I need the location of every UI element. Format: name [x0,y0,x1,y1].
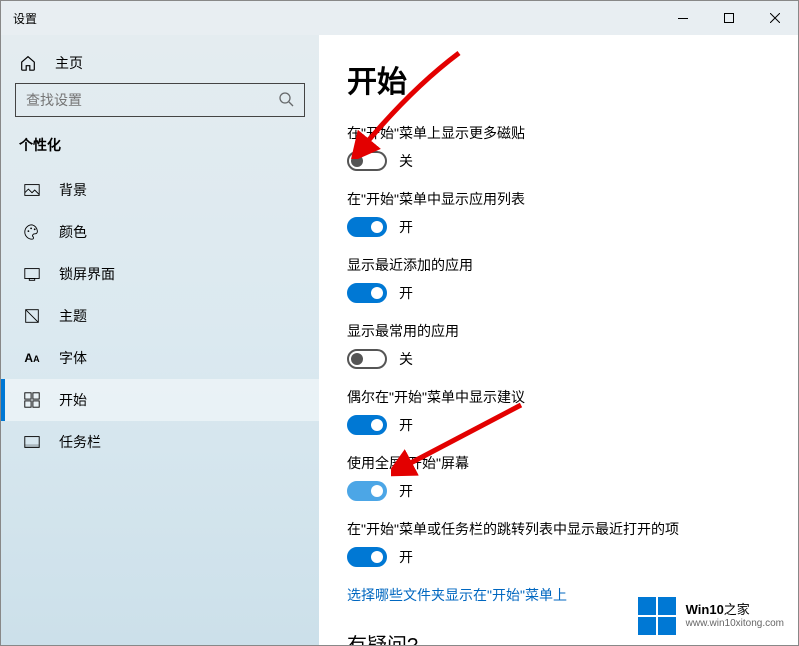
sidebar-item-label: 锁屏界面 [59,264,115,284]
toggle-state: 关 [399,151,413,171]
sidebar-item-fonts[interactable]: AA 字体 [1,337,319,379]
toggle-app-list[interactable] [347,217,387,237]
main-panel: 开始 在"开始"菜单上显示更多磁贴 关 在"开始"菜单中显示应用列表 开 显示最… [319,35,798,645]
window-title: 设置 [13,10,37,27]
setting-fullscreen-start: 使用全屏"开始"屏幕 开 [347,453,770,501]
toggle-recently-added[interactable] [347,283,387,303]
toggle-suggestions[interactable] [347,415,387,435]
toggle-more-tiles[interactable] [347,151,387,171]
setting-label: 显示最常用的应用 [347,321,770,341]
sidebar-item-label: 主题 [59,306,87,326]
home-icon [19,54,37,72]
search-input[interactable] [26,92,278,108]
start-icon [23,391,41,409]
toggle-state: 关 [399,349,413,369]
setting-label: 在"开始"菜单或任务栏的跳转列表中显示最近打开的项 [347,519,770,539]
palette-icon [23,223,41,241]
setting-jumplist: 在"开始"菜单或任务栏的跳转列表中显示最近打开的项 开 [347,519,770,567]
maximize-button[interactable] [706,2,752,34]
toggle-jumplist[interactable] [347,547,387,567]
setting-suggestions: 偶尔在"开始"菜单中显示建议 开 [347,387,770,435]
page-title: 开始 [347,57,770,101]
watermark-suffix: 之家 [724,602,750,617]
lockscreen-icon [23,265,41,283]
window-controls [660,2,798,34]
toggle-fullscreen-start[interactable] [347,481,387,501]
sidebar: 主页 个性化 背景 颜色 锁屏界面 主题 AA [1,35,319,645]
toggle-state: 开 [399,547,413,567]
sidebar-item-taskbar[interactable]: 任务栏 [1,421,319,463]
taskbar-icon [23,433,41,451]
theme-icon [23,307,41,325]
toggle-most-used[interactable] [347,349,387,369]
close-button[interactable] [752,2,798,34]
setting-most-used: 显示最常用的应用 关 [347,321,770,369]
sidebar-item-label: 任务栏 [59,432,101,452]
sidebar-item-label: 开始 [59,390,87,410]
setting-label: 在"开始"菜单中显示应用列表 [347,189,770,209]
setting-label: 偶尔在"开始"菜单中显示建议 [347,387,770,407]
watermark-brand: Win10 [686,602,724,617]
home-label: 主页 [55,53,83,73]
setting-app-list: 在"开始"菜单中显示应用列表 开 [347,189,770,237]
setting-label: 使用全屏"开始"屏幕 [347,453,770,473]
sidebar-item-label: 颜色 [59,222,87,242]
sidebar-item-start[interactable]: 开始 [1,379,319,421]
setting-label: 显示最近添加的应用 [347,255,770,275]
sidebar-item-lockscreen[interactable]: 锁屏界面 [1,253,319,295]
minimize-button[interactable] [660,2,706,34]
sidebar-item-colors[interactable]: 颜色 [1,211,319,253]
sidebar-item-themes[interactable]: 主题 [1,295,319,337]
toggle-state: 开 [399,481,413,501]
toggle-state: 开 [399,415,413,435]
section-label: 个性化 [1,135,319,169]
search-icon [278,91,294,110]
setting-label: 在"开始"菜单上显示更多磁贴 [347,123,770,143]
watermark: Win10之家 www.win10xitong.com [638,597,784,635]
watermark-url: www.win10xitong.com [686,618,784,630]
windows-logo-icon [638,597,676,635]
search-box[interactable] [15,83,305,117]
sidebar-item-label: 字体 [59,348,87,368]
setting-more-tiles: 在"开始"菜单上显示更多磁贴 关 [347,123,770,171]
toggle-state: 开 [399,283,413,303]
setting-recently-added: 显示最近添加的应用 开 [347,255,770,303]
sidebar-item-label: 背景 [59,180,87,200]
picture-icon [23,181,41,199]
font-icon: AA [23,349,41,367]
toggle-state: 开 [399,217,413,237]
home-link[interactable]: 主页 [1,43,319,83]
titlebar: 设置 [1,1,798,35]
sidebar-item-background[interactable]: 背景 [1,169,319,211]
